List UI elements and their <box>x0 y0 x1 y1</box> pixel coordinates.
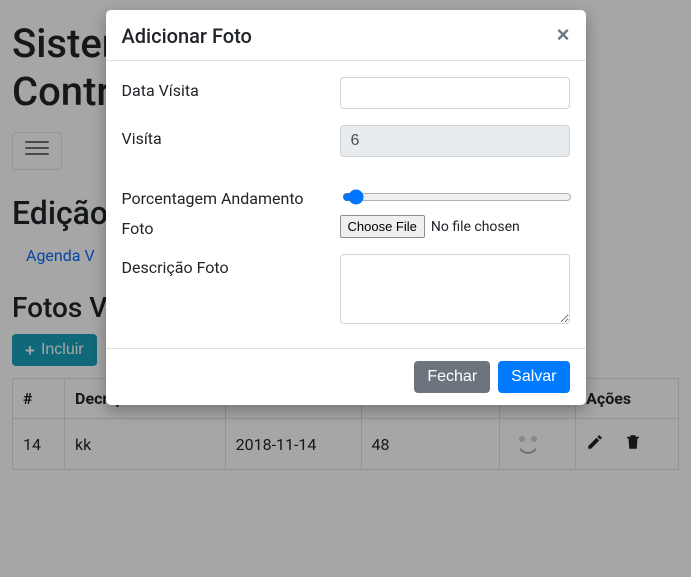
field-date: Data Vísita <box>122 77 570 109</box>
choose-file-button[interactable]: Choose File <box>340 215 425 238</box>
modal-footer: Fechar Salvar <box>106 348 586 405</box>
label-progress: Porcentagem Andamento <box>122 185 332 208</box>
modal-body: Data Vísita Visíta Porcentagem Andamento… <box>106 61 586 348</box>
modal-close-button[interactable]: × <box>557 24 570 46</box>
input-desc[interactable] <box>340 254 570 324</box>
modal-title: Adicionar Foto <box>122 24 252 48</box>
file-status: No file chosen <box>431 219 520 235</box>
input-visit[interactable] <box>340 125 570 157</box>
field-progress: Porcentagem Andamento <box>122 185 570 209</box>
label-desc: Descrição Foto <box>122 254 332 277</box>
close-icon: × <box>557 22 570 47</box>
label-date: Data Vísita <box>122 77 332 100</box>
modal-header: Adicionar Foto × <box>106 10 586 61</box>
input-date[interactable] <box>340 77 570 109</box>
label-photo: Foto <box>122 215 332 238</box>
field-visit: Visíta <box>122 125 570 157</box>
input-progress-range[interactable] <box>342 189 572 205</box>
field-photo: Foto Choose File No file chosen <box>122 215 570 238</box>
add-photo-modal: Adicionar Foto × Data Vísita Visíta Porc… <box>106 10 586 405</box>
label-visit: Visíta <box>122 125 332 148</box>
save-button[interactable]: Salvar <box>498 361 569 393</box>
close-button[interactable]: Fechar <box>414 361 490 393</box>
field-desc: Descrição Foto <box>122 254 570 328</box>
